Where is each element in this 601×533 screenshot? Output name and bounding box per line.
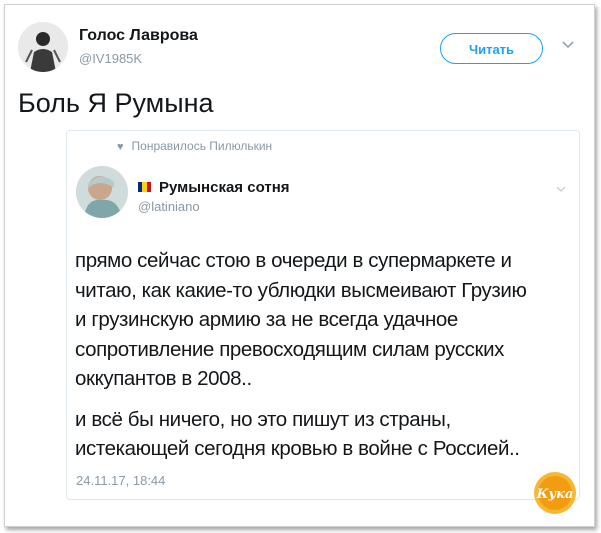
liked-by-label: Понравилось Пилюлькин — [131, 139, 273, 153]
quoted-author-label: Румынская сотня — [159, 179, 290, 196]
author-name[interactable]: Голос Лаврова — [79, 27, 198, 45]
quoted-author-name[interactable]: Румынская сотня — [138, 179, 290, 196]
body-line: прямо сейчас стою в очереди в супермарке… — [75, 249, 512, 272]
watermark-logo: Кука — [534, 472, 576, 514]
heart-icon: ♥ — [117, 141, 124, 153]
flag-icon — [138, 182, 151, 192]
body-line: и грузинскую армию за не всегда удачное — [75, 308, 458, 331]
follow-button[interactable]: Читать — [440, 33, 543, 64]
chevron-down-icon[interactable] — [561, 38, 575, 52]
watermark-text: Кука — [536, 487, 574, 502]
avatar[interactable] — [18, 22, 68, 72]
body-line: сопротивление превосходящим силам русски… — [75, 337, 504, 361]
author-handle[interactable]: @IV1985K — [79, 51, 142, 66]
body-line: читаю, как какие-то ублюдки высмеивают Г… — [75, 278, 527, 302]
quoted-avatar[interactable] — [76, 166, 128, 218]
body-line: истекающей сегодня кровью в войне с Росс… — [75, 437, 520, 460]
liked-by-context: ♥ Понравилось Пилюлькин — [117, 139, 272, 153]
quoted-tweet-body: прямо сейчас стою в очереди в супермарке… — [75, 246, 575, 464]
body-line: и всё бы ничего, но это пишут из страны, — [75, 407, 451, 431]
tweet-timestamp[interactable]: 24.11.17, 18:44 — [76, 473, 165, 488]
quoted-author-handle[interactable]: @latiniano — [138, 199, 200, 214]
chevron-down-icon[interactable] — [555, 183, 567, 195]
body-line: оккупантов в 2008.. — [75, 367, 252, 390]
tweet-text: Боль Я Румына — [18, 88, 214, 118]
